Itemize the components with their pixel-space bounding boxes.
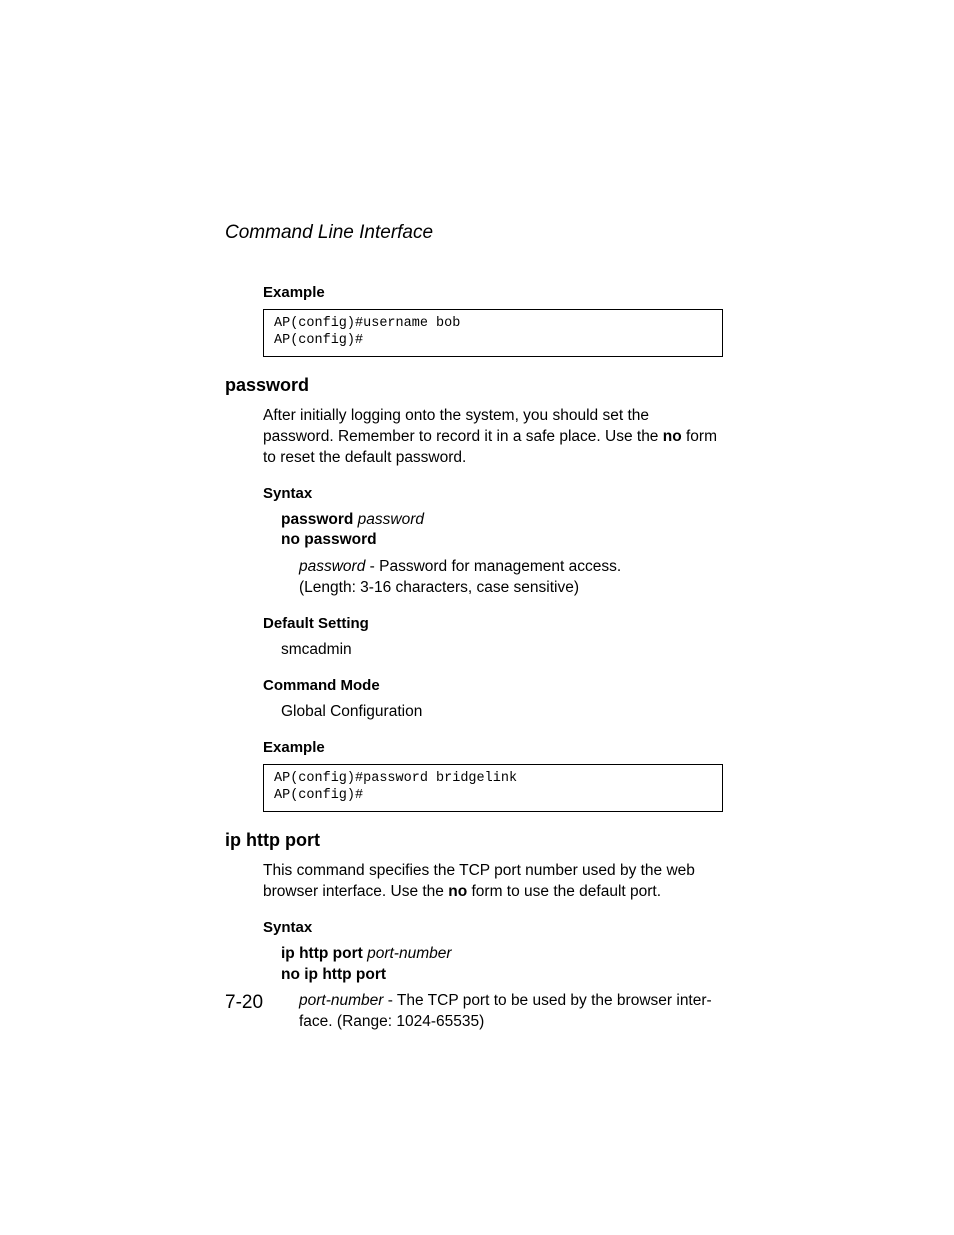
page-header: Command Line Interface (225, 222, 723, 244)
bold-text: no (663, 428, 682, 445)
section-intro: After initially logging onto the system,… (263, 406, 723, 469)
command-arg: password (358, 511, 424, 528)
example-label: Example (263, 284, 723, 301)
param-name: password (299, 558, 365, 575)
syntax-label: Syntax (263, 485, 723, 502)
command-mode-label: Command Mode (263, 677, 723, 694)
param-description: port-number - The TCP port to be used by… (299, 991, 723, 1033)
code-example: AP(config)#password bridgelink AP(config… (263, 764, 723, 812)
code-example: AP(config)#username bob AP(config)# (263, 309, 723, 357)
section-title-password: password (225, 375, 723, 396)
command-no-form: no password (281, 531, 377, 548)
code-line: AP(config)#password bridgelink (274, 771, 517, 786)
syntax-line: ip http port port-number no ip http port (281, 944, 723, 986)
section-intro: This command specifies the TCP port numb… (263, 861, 723, 903)
command-arg: port-number (367, 945, 451, 962)
code-line: AP(config)# (274, 788, 363, 803)
code-line: AP(config)#username bob (274, 316, 460, 331)
example-label: Example (263, 739, 723, 756)
param-text: - The TCP port to be used by the browser… (383, 992, 711, 1009)
command-mode-value: Global Configuration (281, 702, 723, 723)
command-no-form: no ip http port (281, 966, 386, 983)
param-text: - Password for management access. (365, 558, 621, 575)
command-keyword: ip http port (281, 945, 363, 962)
param-description: password - Password for management acces… (299, 557, 723, 599)
page-content: Command Line Interface Example AP(config… (225, 222, 723, 1039)
command-keyword: password (281, 511, 353, 528)
text: After initially logging onto the system,… (263, 407, 663, 445)
param-name: port-number (299, 992, 383, 1009)
bold-text: no (448, 883, 467, 900)
syntax-line: password password no password (281, 510, 723, 552)
default-setting-label: Default Setting (263, 615, 723, 632)
page-number: 7-20 (225, 992, 263, 1014)
param-note: (Length: 3-16 characters, case sensitive… (299, 579, 579, 596)
section-title-ip-http-port: ip http port (225, 830, 723, 851)
code-line: AP(config)# (274, 333, 363, 348)
syntax-label: Syntax (263, 919, 723, 936)
text: form to use the default port. (467, 883, 661, 900)
param-text: face. (Range: 1024-65535) (299, 1013, 484, 1030)
default-setting-value: smcadmin (281, 640, 723, 661)
